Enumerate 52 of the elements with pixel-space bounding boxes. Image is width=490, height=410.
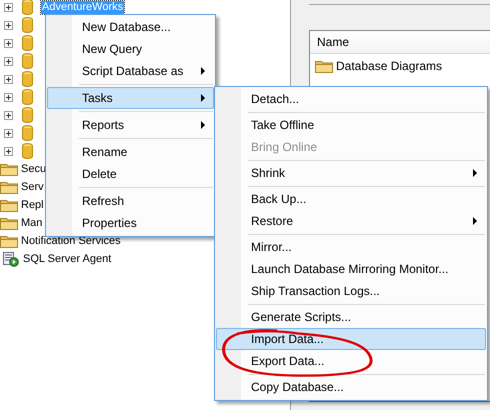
database-icon xyxy=(22,17,33,33)
folder-icon xyxy=(315,59,333,73)
tree-item[interactable]: Notification Services xyxy=(20,234,122,248)
list-item[interactable]: Database Diagrams xyxy=(336,59,442,73)
expand-icon[interactable] xyxy=(4,92,13,102)
folder-icon xyxy=(0,162,18,176)
database-icon xyxy=(22,71,33,87)
database-icon xyxy=(22,107,33,123)
expand-icon[interactable] xyxy=(4,56,13,66)
folder-icon xyxy=(0,234,18,248)
menu-item[interactable]: Copy Database... xyxy=(216,376,486,398)
menu-item[interactable]: New Query xyxy=(47,38,214,60)
menu-item[interactable]: Ship Transaction Logs... xyxy=(216,280,486,302)
menu-item[interactable]: Script Database as xyxy=(47,60,214,82)
expand-icon[interactable] xyxy=(4,146,13,156)
menu-item[interactable]: Import Data... xyxy=(216,328,486,350)
menu-item[interactable]: Shrink xyxy=(216,162,486,184)
database-icon xyxy=(22,89,33,105)
database-icon xyxy=(22,35,33,51)
expand-icon[interactable] xyxy=(4,2,13,12)
agent-icon xyxy=(2,251,20,267)
menu-item[interactable]: Rename xyxy=(47,141,214,163)
menu-item[interactable]: Mirror... xyxy=(216,236,486,258)
menu-item[interactable]: Export Data... xyxy=(216,350,486,372)
tree-item[interactable]: Serv xyxy=(20,180,45,194)
tree-item[interactable]: Repl xyxy=(20,198,45,212)
menu-item[interactable]: Tasks xyxy=(47,87,214,109)
database-icon xyxy=(22,0,33,15)
folder-icon xyxy=(0,180,18,194)
menu-item[interactable]: Launch Database Mirroring Monitor... xyxy=(216,258,486,280)
expand-icon[interactable] xyxy=(4,38,13,48)
menu-item[interactable]: Detach... xyxy=(216,88,486,110)
folder-icon xyxy=(0,216,18,230)
menu-item[interactable]: Delete xyxy=(47,163,214,185)
database-icon xyxy=(22,125,33,141)
menu-item[interactable]: Restore xyxy=(216,210,486,232)
database-icon xyxy=(22,53,33,69)
menu-item[interactable]: Reports xyxy=(47,114,214,136)
menu-item[interactable]: Back Up... xyxy=(216,188,486,210)
expand-icon[interactable] xyxy=(4,20,13,30)
menu-item[interactable]: New Database... xyxy=(47,16,214,38)
database-icon xyxy=(22,143,33,159)
menu-item[interactable]: Refresh xyxy=(47,190,214,212)
expand-icon[interactable] xyxy=(4,110,13,120)
menu-item[interactable]: Take Offline xyxy=(216,114,486,136)
tree-item[interactable]: Man xyxy=(20,216,44,230)
expand-icon[interactable] xyxy=(4,74,13,84)
expand-icon[interactable] xyxy=(4,128,13,138)
menu-item[interactable]: Properties xyxy=(47,212,214,234)
menu-item[interactable]: Generate Scripts... xyxy=(216,306,486,328)
tree-item[interactable]: SQL Server Agent xyxy=(22,252,112,266)
folder-icon xyxy=(0,198,18,212)
